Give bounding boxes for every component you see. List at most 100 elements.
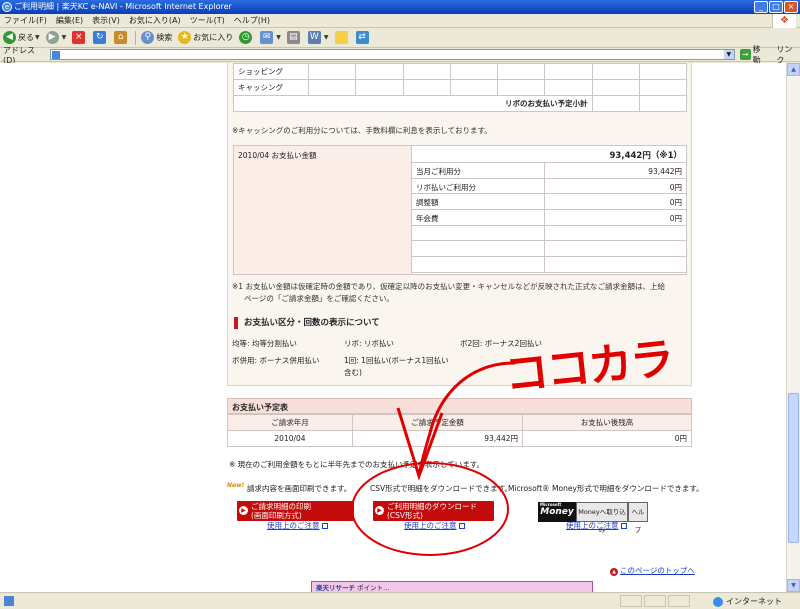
back-arrow-icon: ◀ xyxy=(3,31,16,44)
legend-item: リボ: リボ払い xyxy=(344,339,394,348)
window-titlebar: e ご利用明細 | 楽天KC e-NAVI - Microsoft Intern… xyxy=(0,0,800,14)
toolbar: ◀ 戻る ▼ ▶ ▼ × ↻ ⌂ ⚲ 検索 ★ お気に入り ◷ ✉ ▼ ▤ W ▼ ⇄ xyxy=(0,28,800,48)
menu-help[interactable]: ヘルプ(H) xyxy=(234,15,270,26)
scrollbar-thumb[interactable] xyxy=(788,393,799,543)
money-caution-link[interactable]: 使用上のご注意 xyxy=(566,520,627,531)
page-icon xyxy=(51,51,60,59)
close-button[interactable]: × xyxy=(784,1,798,13)
menu-tools[interactable]: ツール(T) xyxy=(190,15,225,26)
messenger-button[interactable]: ⇄ xyxy=(355,31,371,44)
refresh-button[interactable]: ↻ xyxy=(93,31,108,44)
payment-month-label: 2010/04 お支払い金額 xyxy=(234,146,412,274)
schedule-table: ご請求年月 ご請求予定金額 お支払い後残高 2010/04 93,442円 0円 xyxy=(227,414,692,447)
new-badge: New! xyxy=(227,482,245,489)
schedule-footnote: ※ 現在のご利用金額をもとに半年先までのお支払い予定を表示しています。 xyxy=(229,460,485,469)
table-row: 年会費 0円 xyxy=(412,210,686,226)
print-icon: ▤ xyxy=(286,31,300,44)
print-button[interactable]: ▤ xyxy=(286,31,302,44)
legend-item: 含む) xyxy=(344,368,362,377)
print-description: 請求内容を画面印刷できます。 xyxy=(247,484,352,493)
page-viewport[interactable]: ショッピング キャッシング リボのお支払い予定小計 ※キャッシングのご利用分につ… xyxy=(0,63,786,592)
new-window-icon xyxy=(620,523,627,529)
table-row: 当月ご利用分 93,442円 xyxy=(412,163,686,179)
address-input[interactable]: ▼ xyxy=(49,49,735,60)
revolving-table: ショッピング キャッシング リボのお支払い予定小計 xyxy=(233,63,688,112)
stop-button[interactable]: × xyxy=(72,31,87,44)
menu-edit[interactable]: 編集(E) xyxy=(56,15,83,26)
table-row: 調整額 0円 xyxy=(412,194,686,211)
menu-bar: ファイル(F) 編集(E) 表示(V) お気に入り(A) ツール(T) ヘルプ(… xyxy=(0,14,800,28)
address-label: アドレス(D) xyxy=(3,45,35,65)
vertical-scrollbar[interactable]: ▲ ▼ xyxy=(786,63,800,592)
payment-note-line1: ※1 お支払い金額は仮確定時の金額であり、仮確定以降のお支払い変更・キャンセルな… xyxy=(232,282,666,291)
status-bar: インターネット xyxy=(0,592,800,609)
menu-file[interactable]: ファイル(F) xyxy=(4,15,47,26)
arrow-right-icon: ▶ xyxy=(375,506,384,515)
mail-icon: ✉ xyxy=(260,31,274,44)
new-window-icon xyxy=(321,523,328,529)
money-description: Microsoft® Money形式で明細をダウンロードできます。 xyxy=(508,484,704,493)
menu-view[interactable]: 表示(V) xyxy=(92,15,120,26)
print-statement-button[interactable]: ▶ ご請求明細の印刷 (画面印刷方式) xyxy=(237,501,354,521)
menu-favorites[interactable]: お気に入り(A) xyxy=(129,15,181,26)
favorites-button[interactable]: ★ お気に入り xyxy=(178,31,233,44)
home-button[interactable]: ⌂ xyxy=(114,31,129,44)
back-button[interactable]: ◀ 戻る ▼ xyxy=(3,31,40,44)
minimize-button[interactable]: _ xyxy=(754,1,768,13)
new-window-icon xyxy=(458,523,465,529)
arrow-up-icon: ▲ xyxy=(610,568,618,576)
revolving-subtotal-label: リボのお支払い予定小計 xyxy=(233,95,593,112)
payment-schedule: お支払い予定表 ご請求年月 ご請求予定金額 お支払い後残高 2010/04 93… xyxy=(227,398,692,448)
table-row: リボのお支払い予定小計 xyxy=(233,95,688,112)
arrow-right-icon: ▶ xyxy=(239,506,248,515)
payment-total: 93,442円（※1） xyxy=(609,151,682,161)
scroll-down-icon[interactable]: ▼ xyxy=(787,579,800,592)
csv-description: CSV形式で明細をダウンロードできます。 xyxy=(370,484,512,493)
refresh-icon: ↻ xyxy=(93,31,107,44)
table-row xyxy=(412,257,686,273)
section-title: お支払い区分・回数の表示について xyxy=(234,317,380,329)
edit-button[interactable]: W ▼ xyxy=(307,31,329,44)
table-row xyxy=(412,225,686,242)
window-controls: _ □ × xyxy=(754,1,798,13)
star-icon: ★ xyxy=(178,31,192,44)
maximize-button[interactable]: □ xyxy=(769,1,783,13)
address-dropdown-icon[interactable]: ▼ xyxy=(723,50,734,59)
history-icon: ◷ xyxy=(239,31,253,44)
page-top-link[interactable]: ▲ このページのトップへ xyxy=(610,565,695,576)
payment-amount-table: 2010/04 お支払い金額 93,442円（※1） 当月ご利用分 93,442… xyxy=(233,145,687,275)
windows-flag-icon: ❖ xyxy=(772,14,796,28)
window-title: ご利用明細 | 楽天KC e-NAVI - Microsoft Internet… xyxy=(14,2,232,11)
scroll-up-icon[interactable]: ▲ xyxy=(787,63,800,76)
note-icon xyxy=(334,31,348,44)
ie-logo-icon: e xyxy=(2,2,12,12)
csv-caution-link[interactable]: 使用上のご注意 xyxy=(404,520,465,531)
ad-banner[interactable]: 楽天リサーチ ポイント… xyxy=(311,581,593,592)
mail-button[interactable]: ✉ ▼ xyxy=(260,31,281,44)
forward-arrow-icon: ▶ xyxy=(45,31,59,44)
security-zone: インターネット xyxy=(713,596,782,607)
address-bar: アドレス(D) ▼ → 移動 リンク xyxy=(0,45,800,65)
table-row xyxy=(412,241,686,258)
cashing-note: ※キャッシングのご利用分については、手数料欄に利息を表示しております。 xyxy=(232,126,492,135)
payment-total-row: 93,442円（※1） xyxy=(412,146,686,163)
legend-item: 均等: 均等分割払い xyxy=(232,339,297,348)
money-logo[interactable]: Microsoft Money xyxy=(538,502,576,522)
globe-icon xyxy=(713,596,723,607)
forward-button[interactable]: ▶ ▼ xyxy=(45,31,66,44)
stop-icon: × xyxy=(72,31,86,44)
print-caution-link[interactable]: 使用上のご注意 xyxy=(267,520,328,531)
money-help-button[interactable]: ヘルプ xyxy=(628,502,648,534)
search-button[interactable]: ⚲ 検索 xyxy=(141,31,172,44)
discuss-button[interactable] xyxy=(334,31,350,44)
messenger-icon: ⇄ xyxy=(355,31,369,44)
home-icon: ⌂ xyxy=(114,31,128,44)
history-button[interactable]: ◷ xyxy=(239,31,254,44)
legend-item: 1回: 1回払い(ボーナス1回払い xyxy=(344,356,449,365)
edit-icon: W xyxy=(307,31,321,44)
money-buttons: Microsoft Money Moneyへ取り込み ヘルプ xyxy=(538,502,648,534)
money-import-button[interactable]: Moneyへ取り込み xyxy=(576,502,628,534)
go-arrow-icon: → xyxy=(739,49,751,60)
table-row: 2010/04 93,442円 0円 xyxy=(227,430,692,447)
csv-download-button[interactable]: ▶ ご利用明細のダウンロード (CSV形式) xyxy=(373,501,494,521)
